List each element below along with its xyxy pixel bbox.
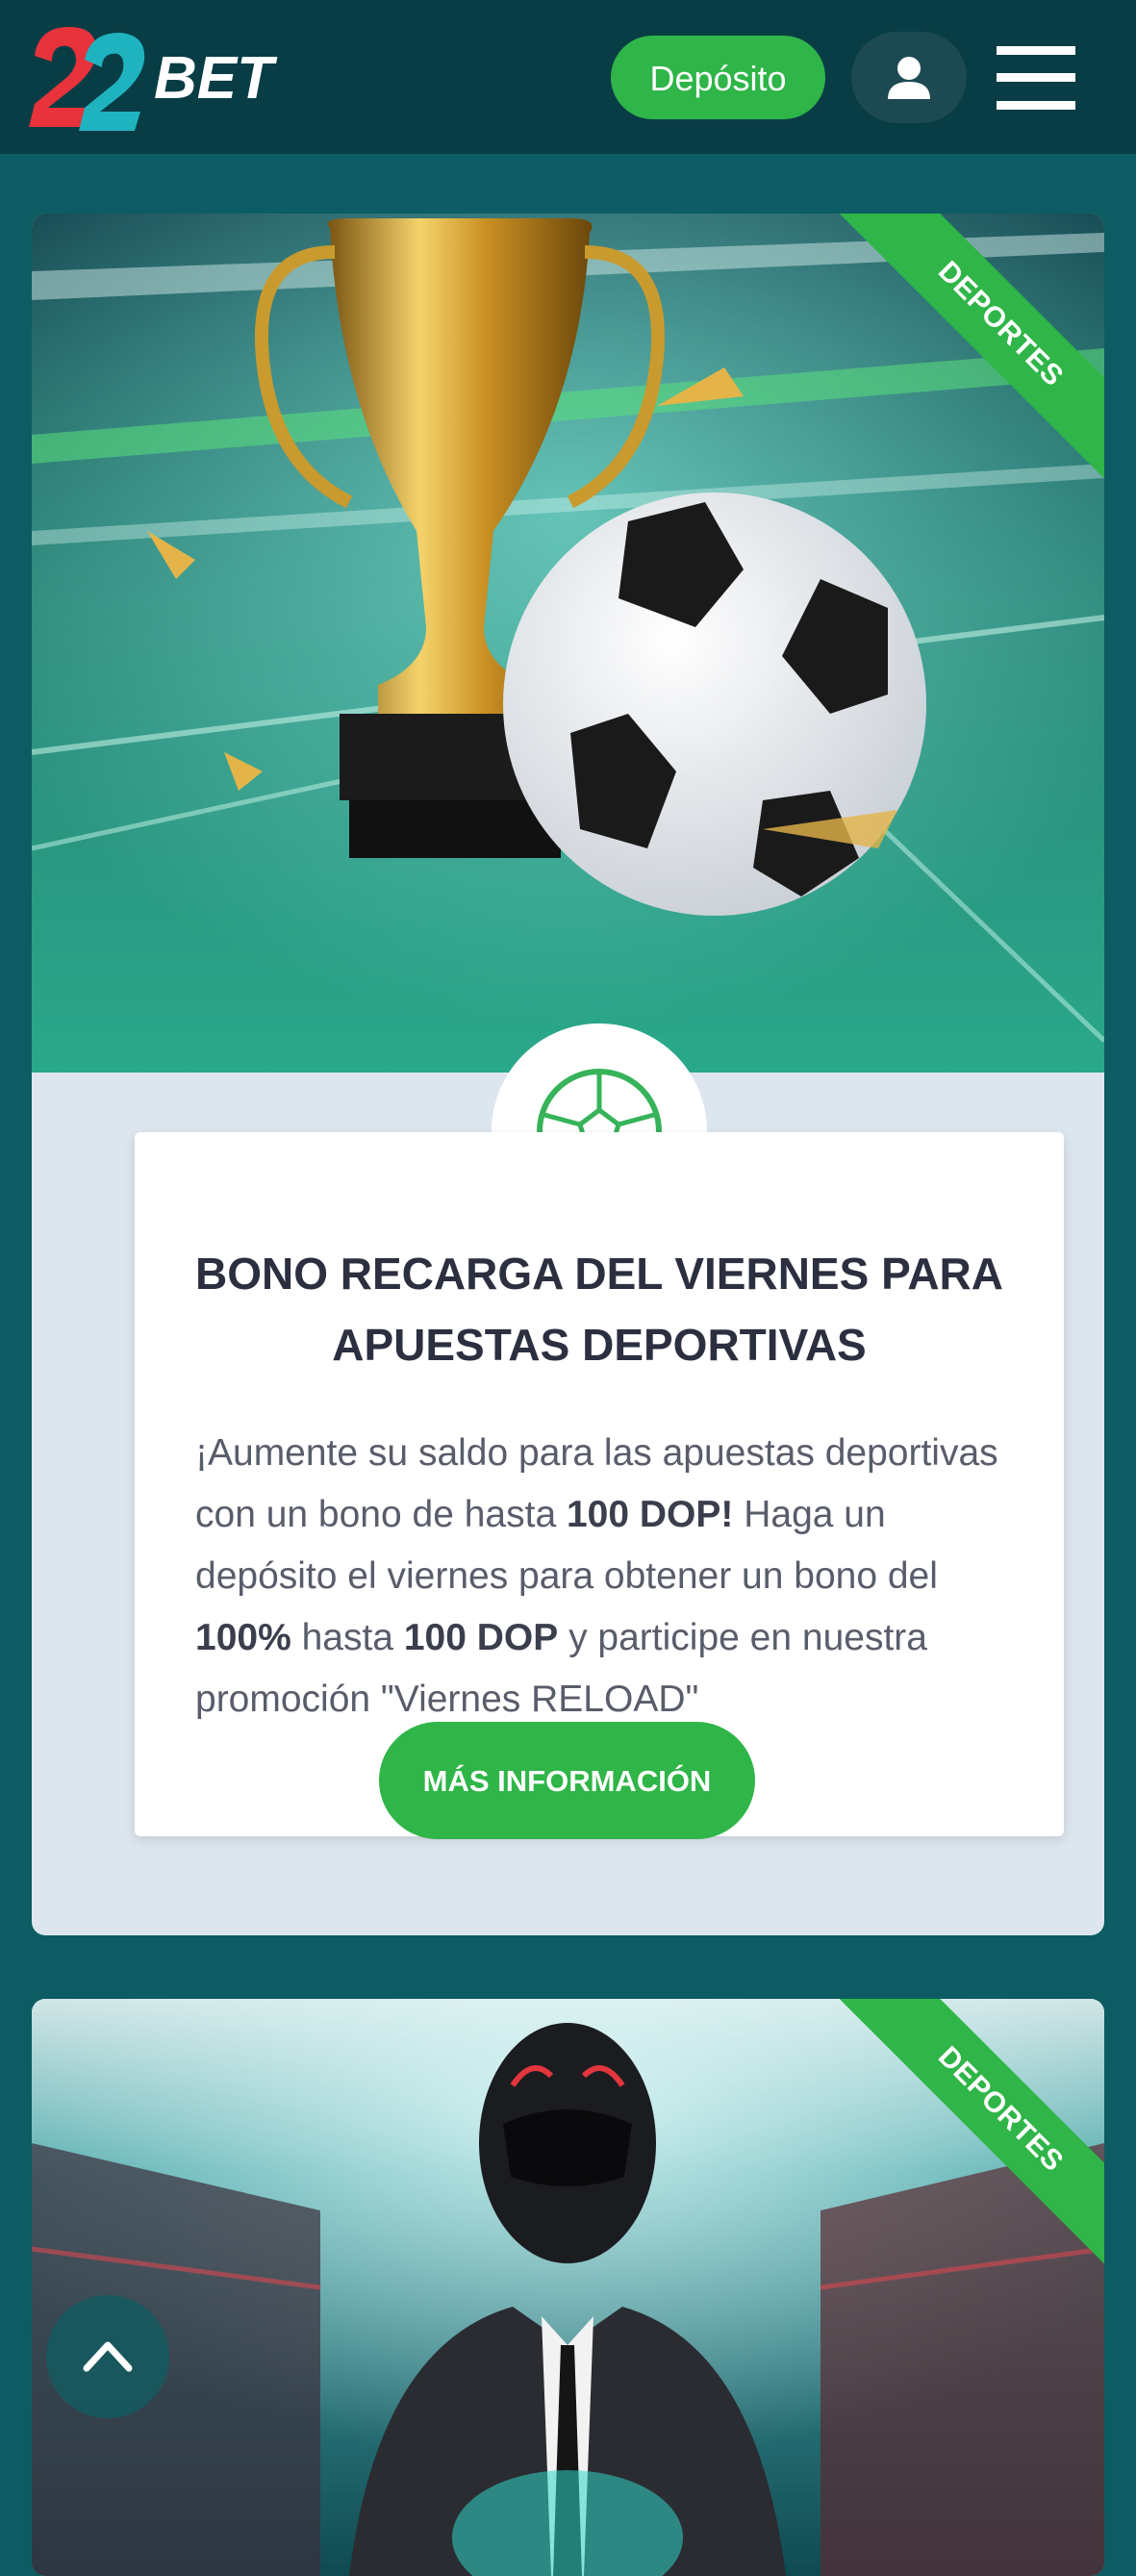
promo-card-2[interactable]: DEPORTES: [32, 1999, 1104, 2576]
chevron-up-icon: [83, 2341, 133, 2372]
promo-title: BONO RECARGA DEL VIERNES PARA APUESTAS D…: [194, 1249, 1004, 1370]
user-account-button[interactable]: [851, 32, 967, 123]
menu-icon[interactable]: [997, 46, 1075, 110]
top-header: BET Depósito: [0, 0, 1136, 154]
user-icon: [888, 57, 930, 99]
svg-text:BET: BET: [154, 45, 278, 112]
deposit-button[interactable]: Depósito: [611, 36, 825, 119]
promo-card-friday-reload[interactable]: DEPORTES BONO RECARGA DEL VIERNES PARA A…: [32, 214, 1104, 1935]
more-info-button[interactable]: MÁS INFORMACIÓN: [379, 1722, 755, 1839]
promo-banner-image: DEPORTES: [32, 214, 1104, 1073]
promo-description: ¡Aumente su saldo para las apuestas depo…: [195, 1432, 998, 1720]
scroll-to-top-button[interactable]: [46, 2295, 169, 2418]
brand-logo[interactable]: BET: [29, 19, 317, 135]
promo-banner-image: DEPORTES: [32, 1999, 1104, 2576]
